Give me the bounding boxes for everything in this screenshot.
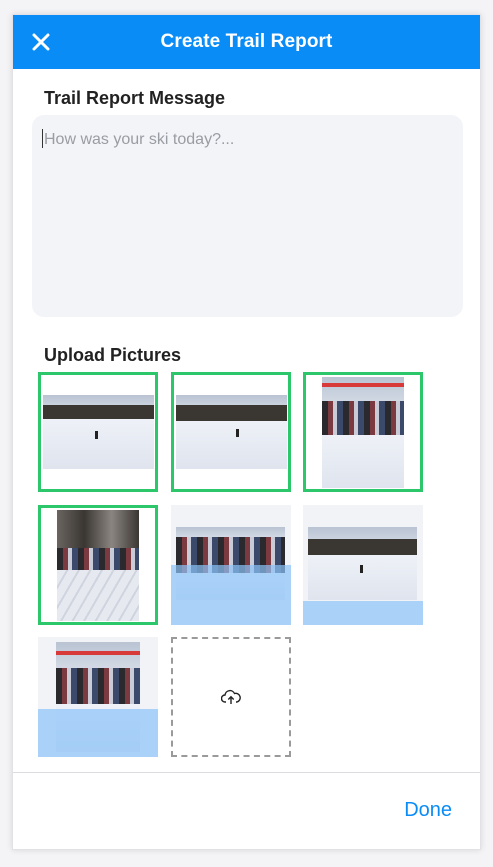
- done-button[interactable]: Done: [404, 799, 452, 822]
- footer-divider: [13, 772, 480, 773]
- photo-thumbnail[interactable]: [171, 372, 291, 492]
- photo-thumbnail[interactable]: [303, 505, 423, 625]
- message-textarea[interactable]: How was your ski today?...: [32, 115, 463, 317]
- cloud-upload-icon: [221, 689, 241, 704]
- trail-report-dialog: Create Trail Report Trail Report Message…: [12, 14, 481, 850]
- photo-thumbnail[interactable]: [171, 505, 291, 625]
- photo-image: [43, 395, 154, 469]
- photo-image: [176, 395, 287, 469]
- upload-progress-overlay: [171, 565, 291, 625]
- photo-image: [57, 510, 139, 621]
- photo-thumbnail[interactable]: [38, 372, 158, 492]
- pictures-label: Upload Pictures: [44, 345, 182, 365]
- photo-thumbnail[interactable]: [38, 637, 158, 757]
- dialog-title: Create Trail Report: [160, 31, 333, 52]
- message-label: Trail Report Message: [44, 88, 226, 108]
- photo-image: [308, 527, 417, 600]
- text-caret: [42, 129, 43, 148]
- add-picture-button[interactable]: [171, 637, 291, 757]
- photo-thumbnail[interactable]: [303, 372, 423, 492]
- message-placeholder: How was your ski today?...: [44, 131, 235, 148]
- photo-thumbnail[interactable]: [38, 505, 158, 625]
- photo-image: [322, 377, 404, 488]
- dialog-header: Create Trail Report: [13, 15, 480, 69]
- upload-progress-overlay: [38, 709, 158, 757]
- upload-progress-overlay: [303, 601, 423, 625]
